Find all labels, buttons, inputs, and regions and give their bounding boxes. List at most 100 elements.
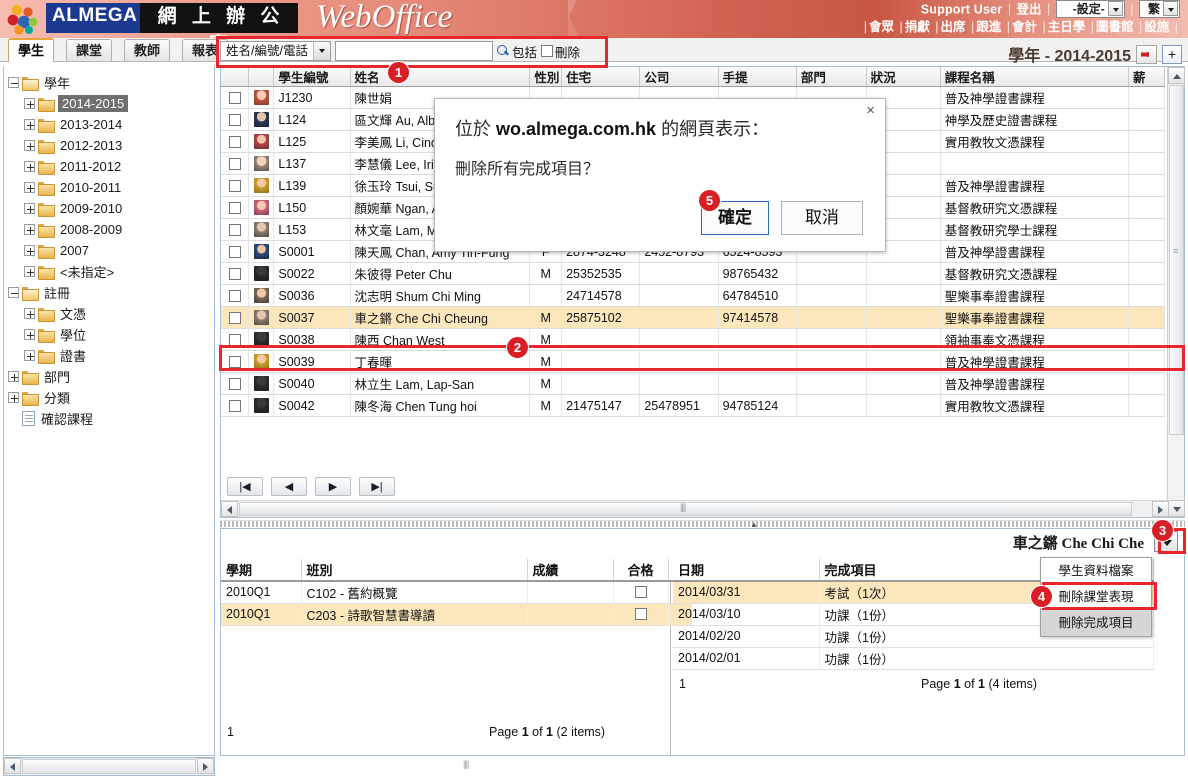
panel-splitter[interactable]: ▲ <box>220 520 1185 529</box>
row-select-cell[interactable] <box>221 108 249 131</box>
row-checkbox[interactable] <box>228 333 241 346</box>
sidebar-item-8[interactable]: 2007 <box>8 240 214 261</box>
expand-icon[interactable] <box>24 119 35 130</box>
sidebar-item-12[interactable]: 學位 <box>8 324 214 345</box>
nav-item-attendance[interactable]: 出席 <box>941 20 966 34</box>
column-header-5[interactable]: 住宅 <box>561 67 641 87</box>
row-select-cell[interactable] <box>221 86 249 109</box>
sidebar-item-1[interactable]: 2014-2015 <box>8 93 214 114</box>
row-select-cell[interactable] <box>221 130 249 153</box>
row-checkbox[interactable] <box>228 179 241 192</box>
column-header-0[interactable] <box>221 67 249 87</box>
scroll-up-icon[interactable] <box>1168 67 1185 84</box>
grid-vertical-scrollbar[interactable] <box>1167 67 1185 517</box>
sidebar-item-0[interactable]: 學年 <box>8 72 214 93</box>
table-row[interactable]: S0042 陳冬海 Chen Tung hoi M 21475147 25478951 9… <box>221 394 1166 417</box>
nav-item-donation[interactable]: 捐獻 <box>905 20 930 34</box>
chevron-down-icon[interactable] <box>1107 1 1123 17</box>
column-header-11[interactable]: 薪 <box>1128 67 1166 87</box>
row-select-cell[interactable] <box>221 328 249 351</box>
column-header-8[interactable]: 部門 <box>796 67 867 87</box>
table-row[interactable]: S0022 朱彼得 Peter Chu M 25352535 98765432 基督教研究… <box>221 262 1166 285</box>
logout-link[interactable]: 登出 <box>1017 2 1042 16</box>
row-select-cell[interactable] <box>221 394 249 417</box>
sidebar-item-4[interactable]: 2011-2012 <box>8 156 214 177</box>
expand-icon[interactable] <box>24 140 35 151</box>
table-row[interactable]: S0039 丁春暉 M 普及神學證書課程 <box>221 350 1166 373</box>
context-menu-item-2[interactable]: 刪除完成項目 <box>1041 610 1151 636</box>
column-header-3[interactable]: 姓名 <box>350 67 531 87</box>
pass-checkbox[interactable] <box>634 586 647 599</box>
column-header-1[interactable] <box>248 67 275 87</box>
language-select[interactable]: 繁 <box>1139 0 1180 18</box>
collapse-icon[interactable] <box>8 287 19 298</box>
row-checkbox[interactable] <box>228 157 241 170</box>
expand-icon[interactable] <box>24 203 35 214</box>
go-arrow-icon[interactable] <box>1136 44 1157 64</box>
sidebar-item-11[interactable]: 文憑 <box>8 303 214 324</box>
chevron-down-icon[interactable] <box>312 42 330 60</box>
row-checkbox[interactable] <box>228 355 241 368</box>
sidebar-horizontal-scrollbar[interactable] <box>3 757 468 776</box>
scroll-thumb[interactable] <box>239 502 1132 516</box>
row-select-cell[interactable] <box>221 306 249 329</box>
row-select-cell[interactable] <box>221 240 249 263</box>
nav-item-congregation[interactable]: 會眾 <box>869 20 894 34</box>
include-option[interactable]: 包括 <box>496 42 537 61</box>
column-header-2[interactable]: 學生編號 <box>273 67 351 87</box>
enrollment-column-1[interactable]: 班別 <box>301 559 528 582</box>
sidebar-item-10[interactable]: 註冊 <box>8 282 214 303</box>
expand-icon[interactable] <box>8 392 19 403</box>
expand-icon[interactable] <box>24 266 35 277</box>
enrollment-column-2[interactable]: 成績 <box>527 559 614 582</box>
row-select-cell[interactable] <box>221 350 249 373</box>
delete-option[interactable]: 刪除 <box>540 42 580 61</box>
row-checkbox[interactable] <box>228 201 241 214</box>
column-header-6[interactable]: 公司 <box>639 67 719 87</box>
expand-icon[interactable] <box>24 350 35 361</box>
sidebar-item-3[interactable]: 2012-2013 <box>8 135 214 156</box>
row-checkbox[interactable] <box>228 113 241 126</box>
row-checkbox[interactable] <box>228 267 241 280</box>
context-menu-item-1[interactable]: 刪除課堂表現 <box>1041 584 1151 610</box>
row-checkbox[interactable] <box>228 399 241 412</box>
nav-item-followup[interactable]: 跟進 <box>976 20 1001 34</box>
table-row[interactable]: 2014/02/01 功課（1份） <box>673 647 1154 670</box>
expand-icon[interactable] <box>24 329 35 340</box>
expand-icon[interactable] <box>8 371 19 382</box>
scroll-thumb[interactable] <box>22 759 468 774</box>
row-checkbox[interactable] <box>228 311 241 324</box>
row-checkbox[interactable] <box>228 223 241 236</box>
row-checkbox[interactable] <box>228 245 241 258</box>
expand-icon[interactable] <box>24 182 35 193</box>
tab-teacher[interactable]: 教師 <box>124 39 171 61</box>
row-select-cell[interactable] <box>221 262 249 285</box>
pager-last-button[interactable]: ▶| <box>359 477 395 496</box>
pager-prev-button[interactable]: ◀ <box>271 477 307 496</box>
column-header-4[interactable]: 性別 <box>529 67 563 87</box>
settings-select[interactable]: -設定- <box>1055 0 1125 18</box>
scroll-right-icon[interactable] <box>197 758 214 774</box>
sidebar-item-13[interactable]: 證書 <box>8 345 214 366</box>
sidebar-item-6[interactable]: 2009-2010 <box>8 198 214 219</box>
pass-checkbox[interactable] <box>634 608 647 620</box>
grid-horizontal-scrollbar[interactable] <box>221 500 1169 517</box>
pager-next-button[interactable]: ▶ <box>315 477 351 496</box>
row-checkbox[interactable] <box>228 289 241 302</box>
table-row[interactable]: 2010Q1 C102 - 舊約概覽 <box>221 581 692 604</box>
row-select-cell[interactable] <box>221 372 249 395</box>
dialog-cancel-button[interactable]: 取消 <box>781 201 863 235</box>
enrollment-column-3[interactable]: 合格 <box>613 559 669 582</box>
row-checkbox[interactable] <box>228 91 241 104</box>
nav-item-sundayschool[interactable]: 主日學 <box>1048 20 1086 34</box>
column-header-10[interactable]: 課程名稱 <box>940 67 1129 87</box>
sidebar-item-5[interactable]: 2010-2011 <box>8 177 214 198</box>
scroll-right-icon[interactable] <box>1152 501 1169 517</box>
cell-pass[interactable] <box>613 603 669 626</box>
completed-column-0[interactable]: 日期 <box>673 559 820 582</box>
table-row[interactable]: S0040 林立生 Lam, Lap-San M 普及神學證書課程 <box>221 372 1166 395</box>
pager-first-button[interactable]: |◀ <box>227 477 263 496</box>
table-row[interactable]: S0037 車之鏘 Che Chi Cheung M 25875102 97414578… <box>221 306 1166 329</box>
expand-icon[interactable] <box>24 245 35 256</box>
column-header-9[interactable]: 狀況 <box>866 67 941 87</box>
